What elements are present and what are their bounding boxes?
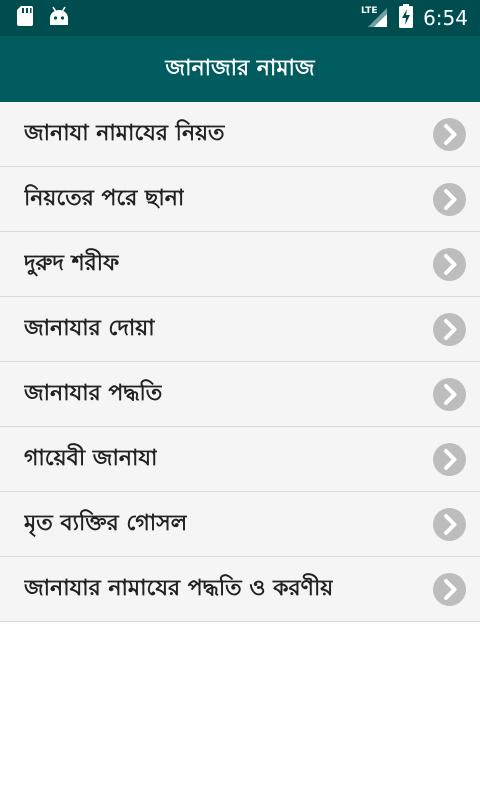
chevron-right-icon [433, 312, 466, 346]
signal-icon: LTE [359, 4, 389, 32]
list-item[interactable]: গায়েবী জানাযা [0, 427, 480, 492]
list-item-label: গায়েবী জানাযা [24, 445, 158, 471]
clock: 6:54 [423, 6, 468, 30]
chevron-right-icon [433, 377, 466, 411]
chevron-right-icon [433, 117, 466, 151]
list-item[interactable]: জানাযার নামাযের পদ্ধতি ও করণীয় [0, 557, 480, 622]
chevron-right-icon [433, 572, 466, 606]
list-item-label: দুরুদ শরীফ [24, 250, 120, 276]
list-item[interactable]: জানাযার দোয়া [0, 297, 480, 362]
list-item-label: মৃত ব্যক্তির গোসল [24, 510, 188, 536]
list-item[interactable]: জানাযার পদ্ধতি [0, 362, 480, 427]
list-item[interactable]: জানাযা নামাযের নিয়ত [0, 102, 480, 167]
list-item-label: জানাযার পদ্ধতি [24, 380, 163, 406]
list-item[interactable]: মৃত ব্যক্তির গোসল [0, 492, 480, 557]
chevron-right-icon [433, 182, 466, 216]
list-item-label: জানাযার নামাযের পদ্ধতি ও করণীয় [24, 575, 334, 601]
topic-list: জানাযা নামাযের নিয়ত নিয়তের পরে ছানা দু… [0, 102, 480, 622]
list-item-label: নিয়তের পরে ছানা [24, 185, 185, 211]
android-icon [48, 5, 70, 31]
battery-charging-icon [399, 4, 414, 32]
list-item-label: জানাযা নামাযের নিয়ত [24, 120, 225, 146]
chevron-right-icon [433, 442, 466, 476]
sd-card-icon [16, 5, 34, 31]
list-item[interactable]: নিয়তের পরে ছানা [0, 167, 480, 232]
page-title: জানাজার নামাজ [165, 55, 315, 81]
list-item-label: জানাযার দোয়া [24, 315, 155, 341]
network-type-label: LTE [361, 6, 378, 16]
list-item[interactable]: দুরুদ শরীফ [0, 232, 480, 297]
app-bar: জানাজার নামাজ [0, 36, 480, 102]
status-bar: LTE 6:54 [0, 0, 480, 36]
chevron-right-icon [433, 247, 466, 281]
chevron-right-icon [433, 507, 466, 541]
